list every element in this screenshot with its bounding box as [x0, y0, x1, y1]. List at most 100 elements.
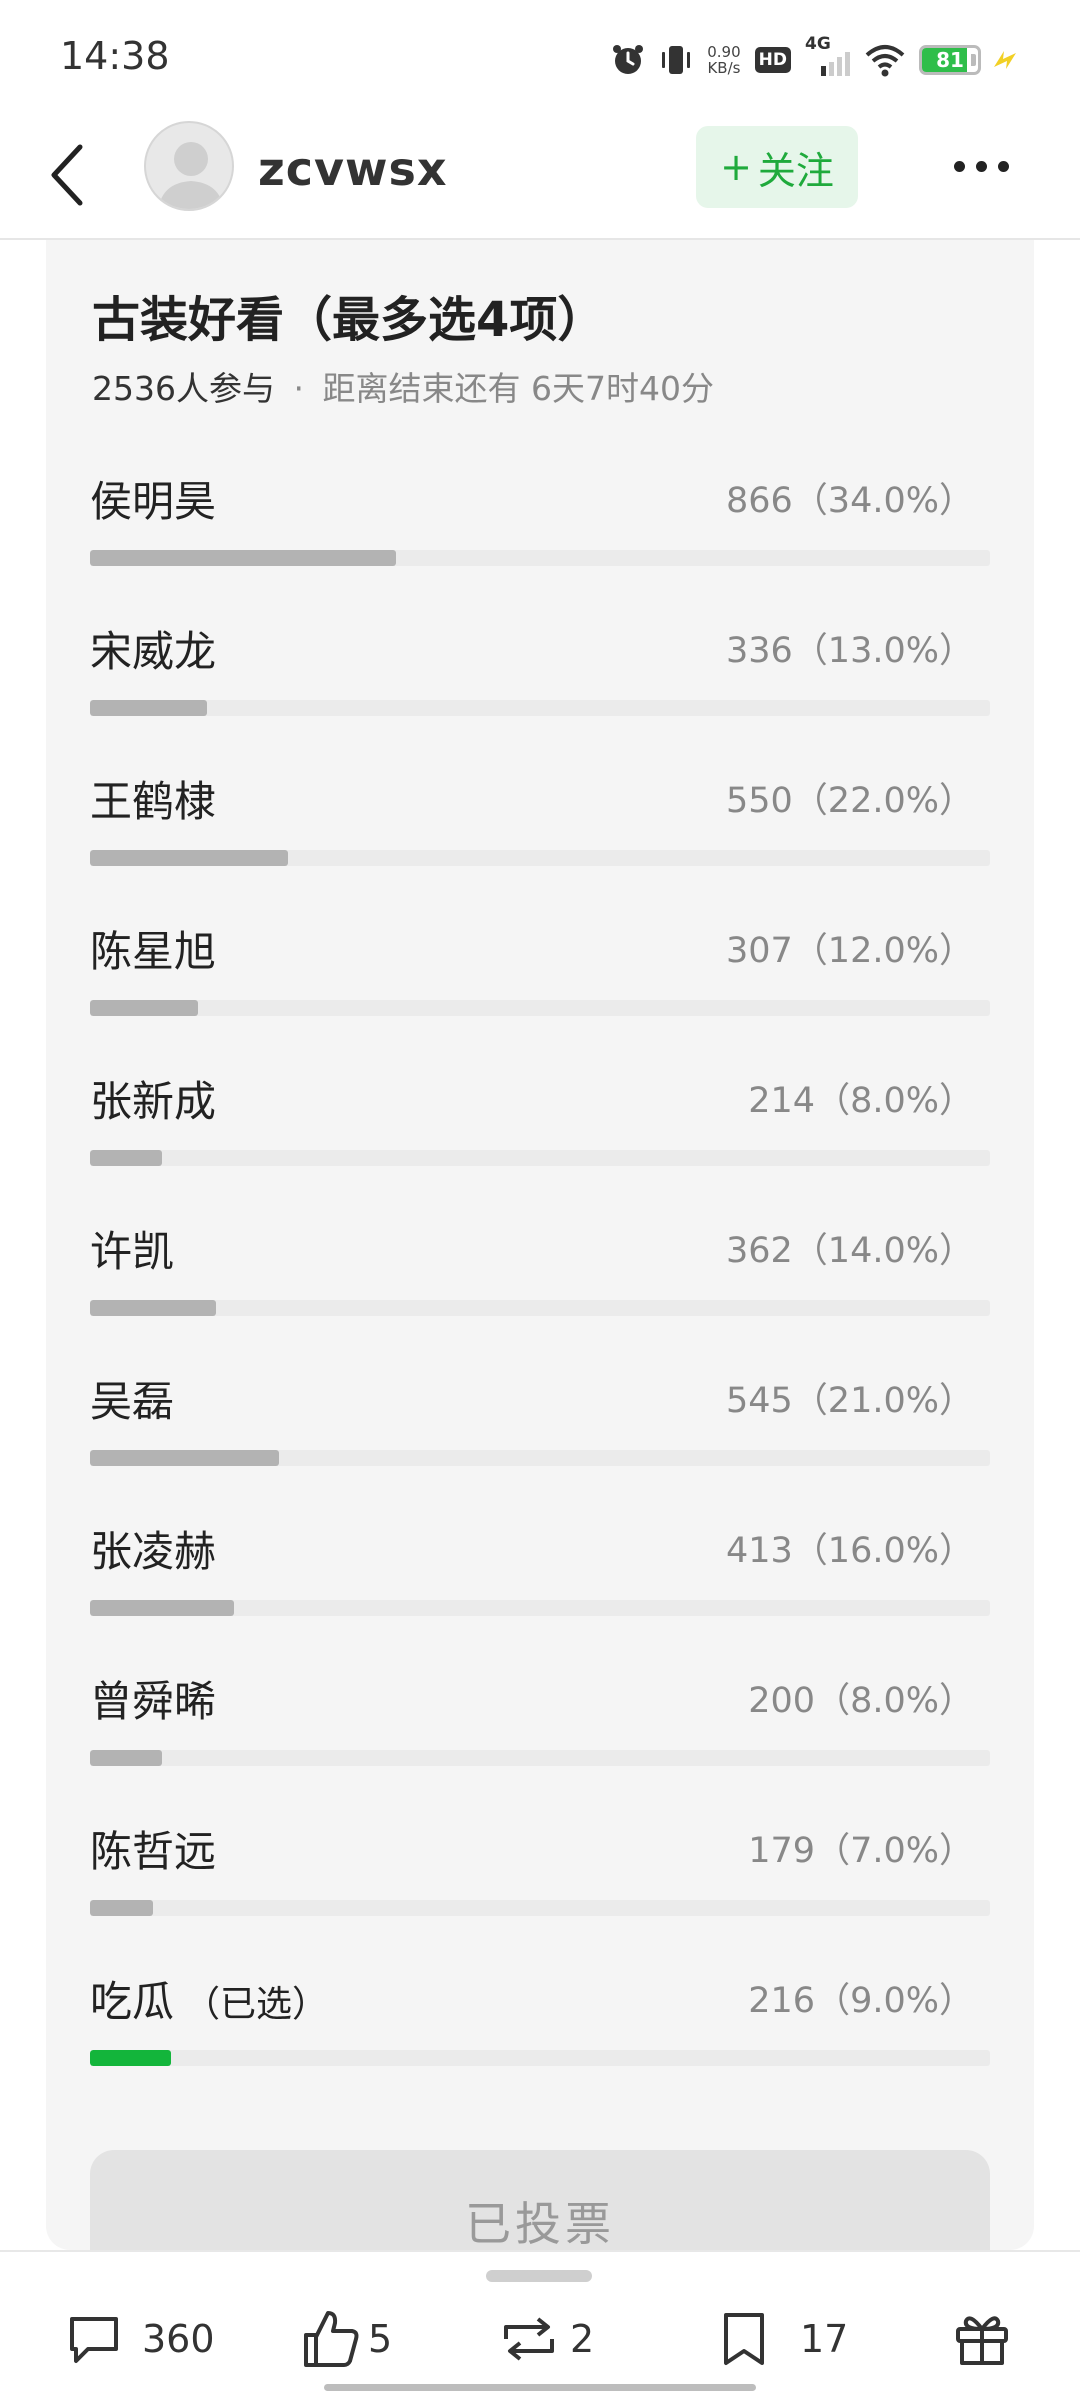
signal-group: 4G [805, 34, 851, 80]
username[interactable]: zcvwsx [258, 142, 448, 196]
status-bar: 14:38 0.90 KB/s HD 4G 81 [0, 0, 1080, 110]
repost-count: 2 [570, 2317, 595, 2361]
back-arrow-icon [51, 144, 83, 206]
status-icons: 0.90 KB/s HD 4G 81 [611, 34, 1020, 82]
follow-button[interactable]: + 关注 [696, 126, 858, 208]
drag-handle[interactable] [486, 2270, 592, 2282]
battery-icon: 81 [919, 45, 981, 75]
poll-option-stats: 336（13.0%） [726, 631, 974, 671]
poll-option-label: 吃瓜 [90, 1977, 175, 2026]
poll-option-label: 张凌赫 [90, 1527, 217, 1576]
poll-option-name: 吴磊 [90, 1368, 174, 1429]
poll-option[interactable]: 张凌赫 413（16.0%） [90, 1512, 990, 1662]
poll-option-label: 曾舜晞 [90, 1677, 217, 1726]
poll-option-bar-fill [90, 1300, 216, 1316]
wifi-icon [865, 43, 905, 77]
poll-option-label: 张新成 [90, 1077, 217, 1126]
bookmark-count: 17 [800, 2317, 849, 2361]
poll-option[interactable]: 侯明昊 866（34.0%） [90, 462, 990, 612]
poll-option[interactable]: 宋威龙 336（13.0%） [90, 612, 990, 762]
poll-option-bar-fill [90, 850, 288, 866]
poll-option-name: 侯明昊 [90, 468, 216, 529]
repost-icon [504, 2317, 554, 2361]
more-dot [953, 160, 965, 172]
poll-option-stats: 200（8.0%） [748, 1681, 974, 1721]
gift-button[interactable] [952, 2304, 1012, 2374]
more-dot [975, 160, 987, 172]
poll-option-stats: 214（8.0%） [748, 1081, 974, 1121]
network-speed-value: 0.90 [707, 43, 741, 61]
comment-icon [70, 2317, 118, 2363]
poll-option[interactable]: 陈哲远 179（7.0%） [90, 1812, 990, 1962]
poll-option-stats: 545（21.0%） [726, 1381, 974, 1421]
poll-option-bar-track [90, 700, 990, 716]
poll-option-bar-fill [90, 1000, 198, 1016]
alarm-icon [611, 43, 645, 77]
poll-option-bar-fill [90, 1150, 162, 1166]
poll-option-bar-fill [90, 550, 396, 566]
home-indicator[interactable] [324, 2384, 756, 2391]
poll-option[interactable]: 王鹤棣 550（22.0%） [90, 762, 990, 912]
gift-icon [956, 2316, 1008, 2365]
poll-option-bar-track [90, 1750, 990, 1766]
poll-title: 古装好看（最多选4项） [92, 292, 606, 348]
bottom-action-bar: 360 5 2 17 [0, 2250, 1080, 2400]
poll-option-name: 吃瓜 （已选） [90, 1968, 328, 2029]
poll-option[interactable]: 张新成 214（8.0%） [90, 1062, 990, 1212]
poll-option[interactable]: 许凯 362（14.0%） [90, 1212, 990, 1362]
poll-option-label: 陈哲远 [90, 1827, 217, 1876]
more-options-button[interactable] [946, 146, 1016, 186]
poll-option-bar-track [90, 550, 990, 566]
poll-option-stats: 216（9.0%） [748, 1981, 974, 2021]
poll-option-name: 曾舜晞 [90, 1668, 216, 1729]
poll-option-name: 陈星旭 [90, 918, 216, 979]
poll-option-bar-fill [90, 2050, 171, 2066]
repost-button[interactable]: 2 [496, 2304, 594, 2374]
avatar[interactable] [144, 121, 234, 211]
default-avatar-icon [158, 142, 224, 209]
poll-option-bar-fill [90, 1900, 153, 1916]
comment-button[interactable]: 360 [64, 2304, 215, 2374]
poll-option-label: 侯明昊 [90, 477, 217, 526]
poll-options: 侯明昊 866（34.0%） 宋威龙 336（13.0%） 王鹤棣 550（22.0%） 陈… [90, 462, 990, 2112]
poll-meta-separator: · [293, 369, 304, 408]
poll-option-bar-track [90, 2050, 990, 2066]
poll-option[interactable]: 曾舜晞 200（8.0%） [90, 1662, 990, 1812]
poll-option-bar-fill [90, 700, 207, 716]
poll-option[interactable]: 吃瓜 （已选） 216（9.0%） [90, 1962, 990, 2112]
poll-option-name: 张新成 [90, 1068, 216, 1129]
header: zcvwsx + 关注 [0, 110, 1080, 240]
poll-option-label: 许凯 [90, 1227, 175, 1276]
bookmark-button[interactable]: 17 [716, 2304, 848, 2374]
more-dot [997, 160, 1009, 172]
poll-participants: 2536人参与 [92, 369, 275, 408]
poll-card: 古装好看（最多选4项） 2536人参与 · 距离结束还有 6天7时40分 侯明昊… [46, 240, 1034, 2270]
poll-option-stats: 362（14.0%） [726, 1231, 974, 1271]
poll-remaining-time: 距离结束还有 6天7时40分 [322, 369, 714, 408]
follow-plus-icon: + [720, 145, 752, 189]
poll-option-bar-fill [90, 1750, 162, 1766]
poll-option[interactable]: 吴磊 545（21.0%） [90, 1362, 990, 1512]
poll-option-bar-track [90, 1600, 990, 1616]
poll-option-bar-fill [90, 1450, 279, 1466]
poll-option-bar-track [90, 1900, 990, 1916]
poll-meta: 2536人参与 · 距离结束还有 6天7时40分 [92, 362, 714, 410]
bookmark-icon [724, 2313, 764, 2365]
vibrate-icon [659, 43, 693, 77]
poll-option-bar-fill [90, 1600, 234, 1616]
like-button[interactable]: 5 [300, 2304, 392, 2374]
poll-option[interactable]: 陈星旭 307（12.0%） [90, 912, 990, 1062]
poll-option-name: 许凯 [90, 1218, 174, 1279]
poll-option-label: 吴磊 [90, 1377, 175, 1426]
poll-option-bar-track [90, 1150, 990, 1166]
poll-option-name: 宋威龙 [90, 618, 216, 679]
battery-level: 81 [936, 48, 964, 72]
poll-option-label: 王鹤棣 [90, 777, 217, 826]
back-button[interactable] [36, 130, 96, 220]
charging-icon [990, 45, 1020, 75]
comment-count: 360 [142, 2317, 215, 2361]
poll-option-bar-track [90, 1450, 990, 1466]
poll-option-stats: 179（7.0%） [748, 1831, 974, 1871]
signal-icon [821, 52, 850, 76]
poll-option-name: 王鹤棣 [90, 768, 216, 829]
